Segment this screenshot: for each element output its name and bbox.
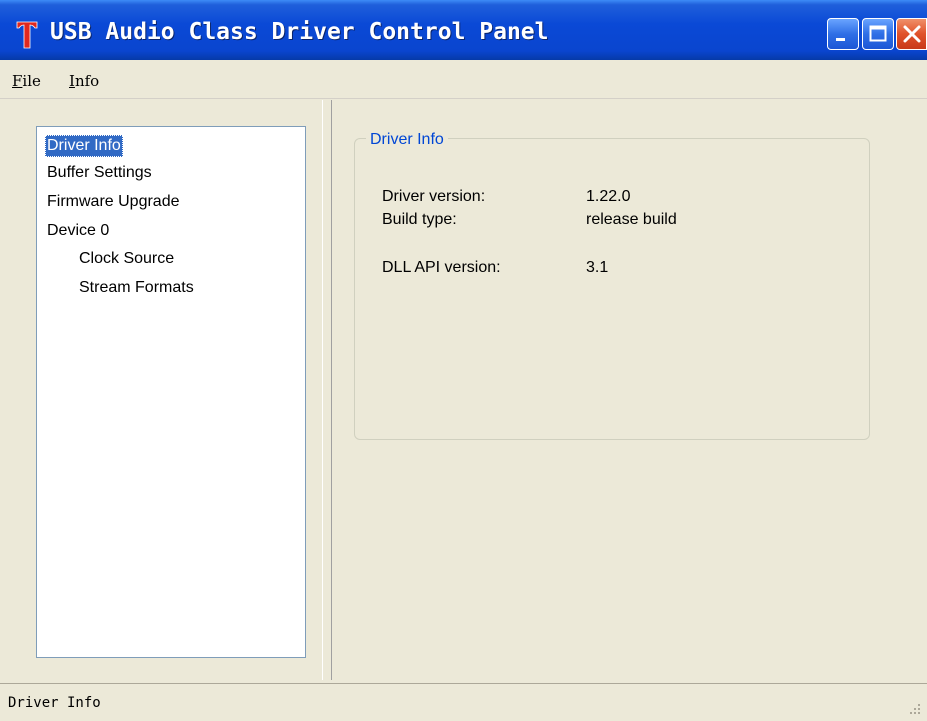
tree-item-clock-source[interactable]: Clock Source: [77, 248, 176, 270]
minimize-icon: [836, 38, 845, 41]
dll-api-version-label: DLL API version:: [382, 259, 501, 276]
app-logo-icon: [16, 21, 38, 49]
tree-item-buffer-settings[interactable]: Buffer Settings: [45, 162, 154, 184]
close-icon: [903, 25, 921, 43]
status-bar: Driver Info: [0, 683, 927, 721]
window-title: USB Audio Class Driver Control Panel: [50, 19, 549, 45]
menu-file-mnemonic: F: [12, 72, 23, 90]
dll-api-version-value: 3.1: [586, 259, 609, 276]
menu-bar: File Info: [0, 62, 927, 99]
build-type-label: Build type:: [382, 211, 457, 228]
tree-item-device-0[interactable]: Device 0: [45, 220, 111, 242]
menu-info-label: nfo: [74, 72, 100, 90]
close-button[interactable]: [896, 18, 927, 50]
menu-info[interactable]: Info: [69, 70, 99, 92]
maximize-button[interactable]: [862, 18, 894, 50]
tree-item-firmware-upgrade[interactable]: Firmware Upgrade: [45, 191, 181, 213]
driver-version-label: Driver version:: [382, 188, 486, 205]
tree-item-stream-formats[interactable]: Stream Formats: [77, 277, 196, 299]
pane-splitter[interactable]: [322, 100, 332, 680]
title-bar[interactable]: USB Audio Class Driver Control Panel: [0, 0, 927, 60]
tree-item-driver-info[interactable]: Driver Info: [45, 135, 123, 157]
build-type-value: release build: [586, 211, 677, 228]
driver-version-value: 1.22.0: [586, 188, 631, 205]
status-text: Driver Info: [8, 695, 101, 711]
maximize-icon: [869, 25, 887, 42]
group-title: Driver Info: [366, 130, 448, 150]
navigation-tree[interactable]: Driver Info Buffer Settings Firmware Upg…: [36, 126, 306, 658]
minimize-button[interactable]: [827, 18, 859, 50]
menu-file[interactable]: File: [12, 70, 41, 92]
driver-info-group: [354, 138, 870, 440]
resize-grip-icon[interactable]: [907, 701, 921, 715]
menu-file-label: ile: [22, 72, 41, 90]
